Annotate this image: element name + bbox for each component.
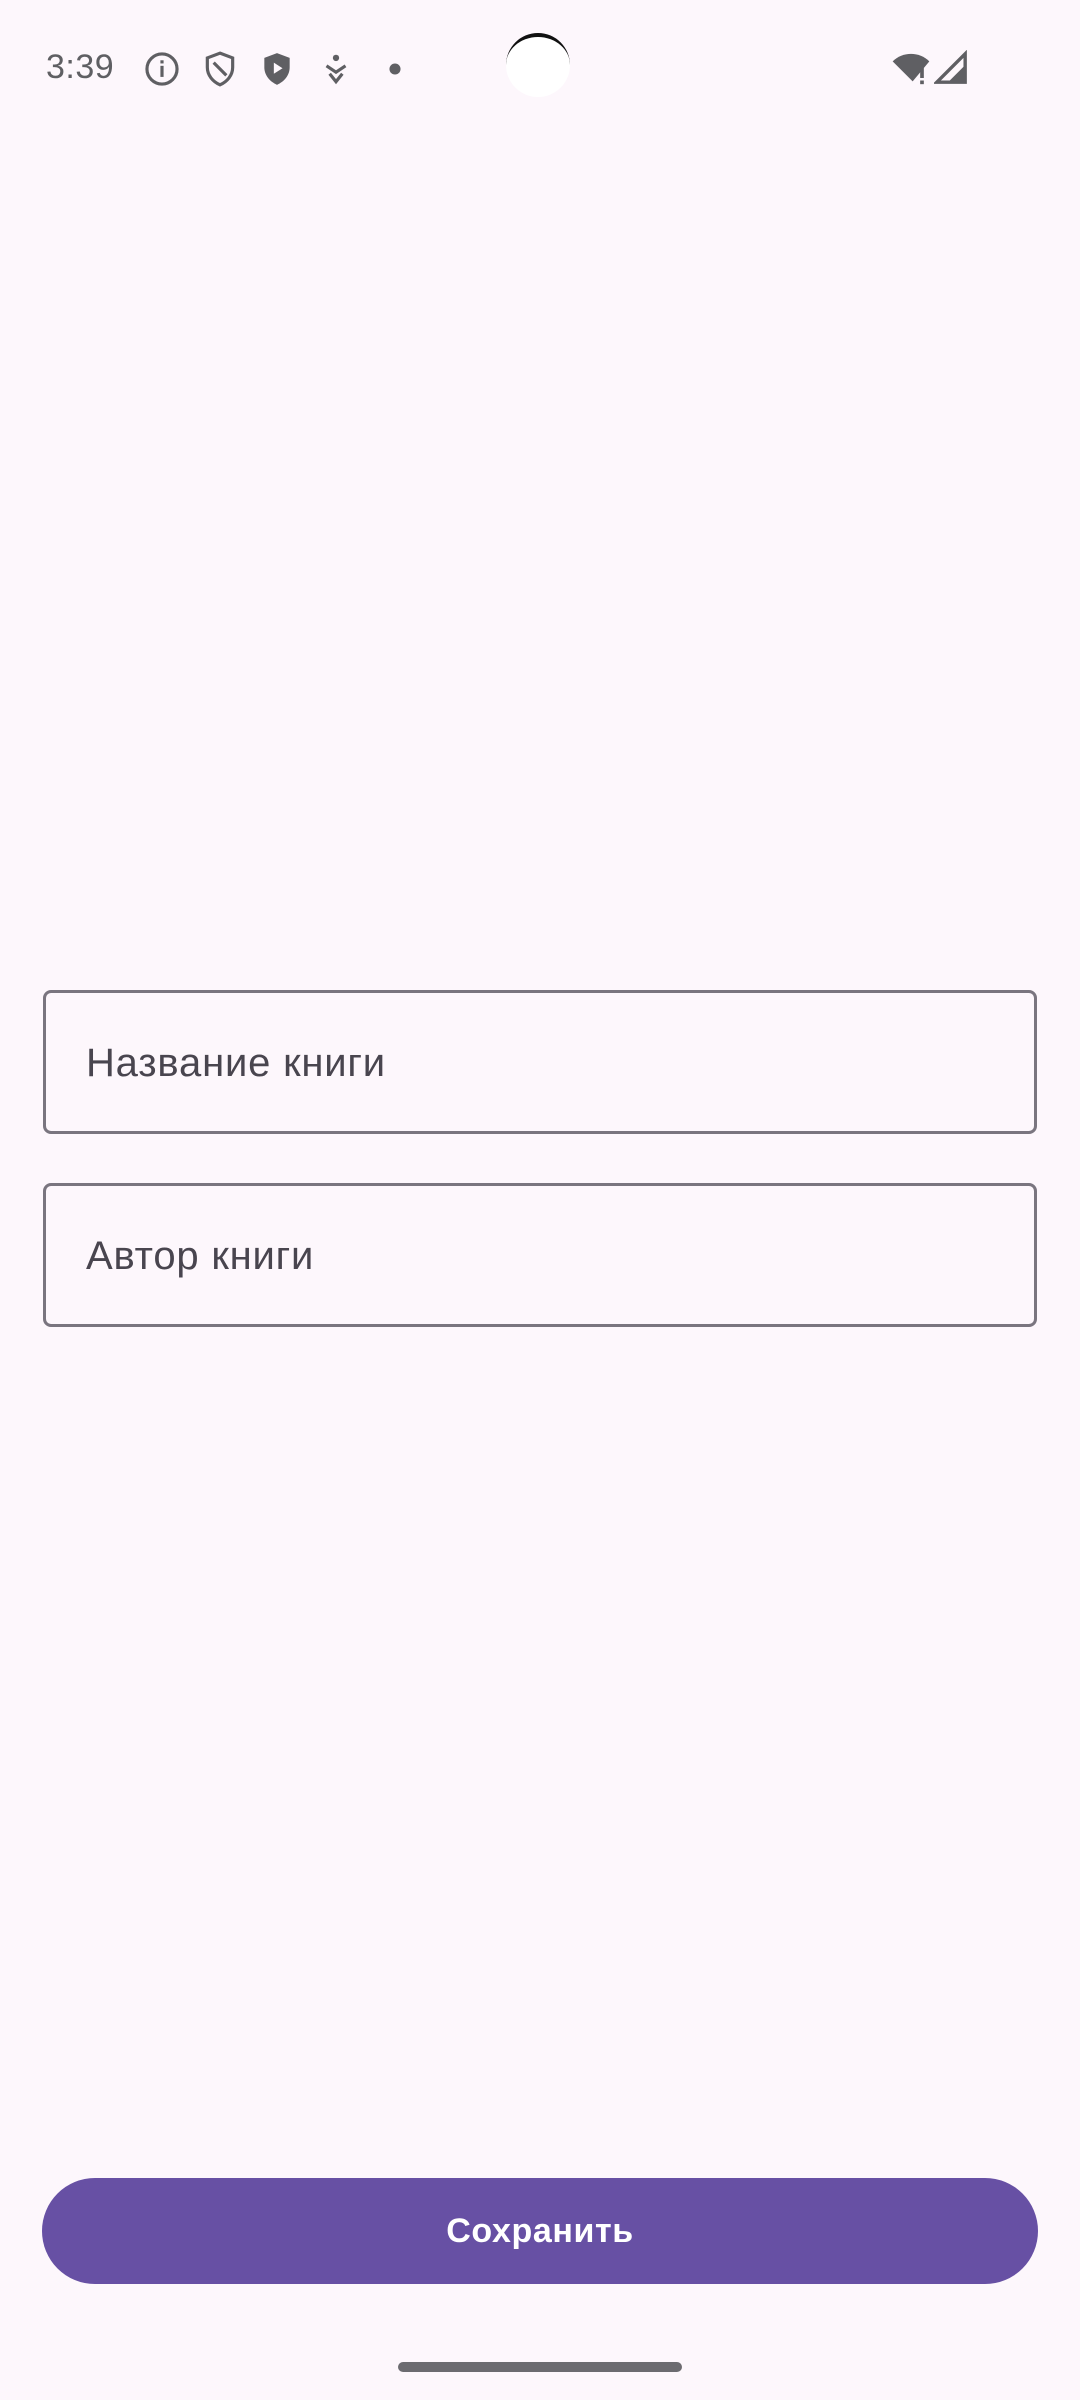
shield-icon (201, 50, 239, 88)
app-screen: 3:39 Название книги Автор книги Сохранит… (0, 0, 1080, 2400)
save-button-label: Сохранить (446, 2211, 634, 2250)
book-title-placeholder: Название книги (86, 1041, 386, 1085)
status-time: 3:39 (46, 48, 115, 86)
wifi-alert-icon (890, 48, 932, 88)
camera-cutout (506, 33, 570, 97)
dot-icon (376, 50, 414, 88)
book-title-field[interactable]: Название книги (43, 990, 1037, 1134)
save-button[interactable]: Сохранить (42, 2178, 1038, 2284)
status-bar: 3:39 (0, 0, 1080, 140)
book-author-field[interactable]: Автор книги (43, 1183, 1037, 1327)
book-author-placeholder: Автор книги (86, 1234, 315, 1278)
accessibility-icon (317, 50, 355, 88)
info-icon (143, 50, 181, 88)
home-indicator[interactable] (398, 2362, 682, 2372)
signal-icon (934, 50, 968, 86)
play-shield-icon (258, 50, 296, 88)
